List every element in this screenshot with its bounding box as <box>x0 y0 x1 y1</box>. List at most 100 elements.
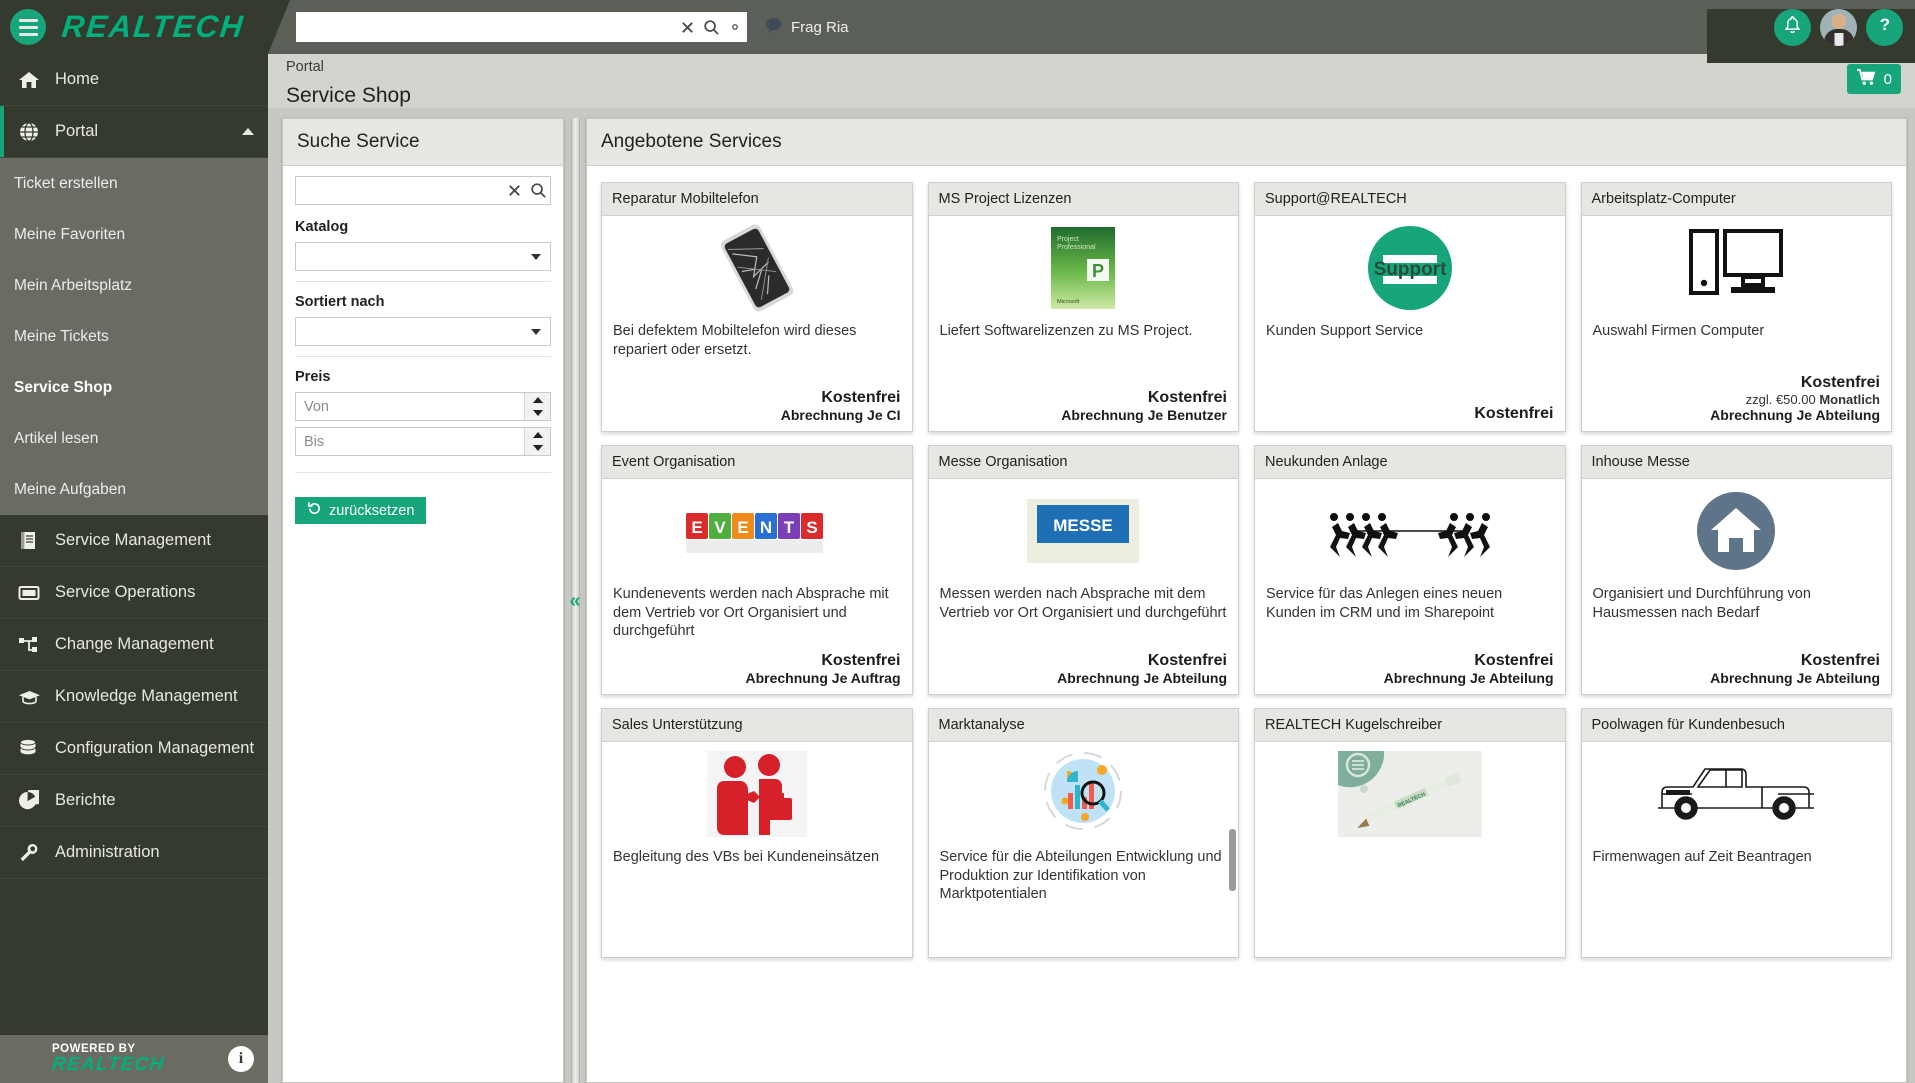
sidebar-item-change-management[interactable]: Change Management <box>0 619 268 671</box>
shopping-cart-icon <box>1856 68 1877 90</box>
sidebar-item-label: Configuration Management <box>55 739 255 757</box>
service-card-footer: Kostenfrei zzgl. €50.00 Monatlich Abrech… <box>1593 374 1880 423</box>
svg-text:N: N <box>760 518 772 537</box>
frag-ria-button[interactable]: Frag Ria <box>765 17 849 38</box>
service-card-arbeitsplatz-computer[interactable]: Arbeitsplatz-Computer Auswahl Firmen Com… <box>1580 182 1892 432</box>
sidebar-subitem-meine-tickets[interactable]: Meine Tickets <box>0 311 268 362</box>
breadcrumb[interactable]: Portal <box>286 59 324 75</box>
desktop-computer-icon <box>1593 222 1881 314</box>
sidebar-subitem-meine-aufgaben[interactable]: Meine Aufgaben <box>0 464 268 515</box>
sidebar-subitem-service-shop[interactable]: Service Shop <box>0 362 268 413</box>
sidebar-subitem-ticket-erstellen[interactable]: Ticket erstellen <box>0 158 268 209</box>
service-card-inhouse-messe[interactable]: Inhouse Messe Organisiert und Durchführu… <box>1580 445 1892 695</box>
info-icon[interactable]: i <box>228 1046 254 1072</box>
avatar[interactable] <box>1820 8 1857 46</box>
top-bar: REALTECH Frag Ria ? <box>0 0 1915 63</box>
price-to-increment-button[interactable] <box>525 428 550 442</box>
sidebar-item-label: Knowledge Management <box>55 687 238 705</box>
service-card-body: REALTECH <box>1255 742 1565 957</box>
pie-chart-icon <box>18 790 46 811</box>
brand-block: REALTECH <box>0 0 290 54</box>
sidebar-item-service-management[interactable]: Service Management <box>0 515 268 567</box>
caret-down-icon <box>532 410 543 417</box>
ticket-icon <box>18 584 46 602</box>
service-card-description: Kundenevents werden nach Absprache mit d… <box>613 586 889 640</box>
sidebar-item-portal[interactable]: Portal <box>0 106 268 158</box>
sidebar-item-knowledge-management[interactable]: Knowledge Management <box>0 671 268 723</box>
service-card-body: Begleitung des VBs bei Kundeneinsätzen <box>602 742 912 957</box>
service-card-description: Kunden Support Service <box>1266 323 1424 339</box>
service-card-realtech-kugelschreiber[interactable]: REALTECH Kugelschreiber REALTECH <box>1254 708 1566 958</box>
price-to-spin-buttons <box>524 428 550 455</box>
help-button[interactable]: ? <box>1866 8 1903 46</box>
search-panel-body: Katalog Sortiert nach Preis Von Bis zurü… <box>283 166 563 524</box>
chevron-up-icon <box>242 128 254 135</box>
sidebar-item-berichte[interactable]: Berichte <box>0 775 268 827</box>
service-search-input[interactable] <box>296 177 502 204</box>
service-card-body: Organisiert und Durchführung von Hausmes… <box>1582 479 1892 694</box>
cart-count: 0 <box>1883 70 1892 88</box>
sidebar-subitem-artikel-lesen[interactable]: Artikel lesen <box>0 413 268 464</box>
service-card-support-realtech[interactable]: Support@REALTECH Support Kunden Support … <box>1254 182 1566 432</box>
service-card-sales-unterstuetzung[interactable]: Sales Unterstützung Begleitung des VBs b… <box>601 708 913 958</box>
service-card-body: E V E N T S Kundenevents werden nach Abs… <box>602 479 912 694</box>
service-card-poolwagen-fuer-kundenbesuch[interactable]: Poolwagen für Kundenbesuch Firmenwagen a… <box>1580 708 1892 958</box>
service-card-neukunden-anlage[interactable]: Neukunden Anlage Service für das Anlegen… <box>1254 445 1566 695</box>
menu-toggle-button[interactable] <box>10 9 46 45</box>
sortiert-nach-select[interactable] <box>295 317 551 346</box>
service-card-title: REALTECH Kugelschreiber <box>1255 709 1565 742</box>
service-card-messe-organisation[interactable]: Messe Organisation MESSE Messen werden n… <box>927 445 1239 695</box>
home-icon <box>18 70 46 90</box>
service-card-body: Firmenwagen auf Zeit Beantragen <box>1582 742 1892 957</box>
service-card-price: Kostenfrei <box>1800 652 1880 669</box>
search-icon[interactable] <box>699 12 723 42</box>
sidebar-subitem-mein-arbeitsplatz[interactable]: Mein Arbeitsplatz <box>0 260 268 311</box>
service-card-footer: Kostenfrei Abrechnung Je Abteilung <box>1266 652 1554 686</box>
page-title-strip <box>268 84 1915 108</box>
clear-x-icon[interactable] <box>675 12 699 42</box>
cracked-smartphone-photo <box>613 222 901 314</box>
service-card-title: Reparatur Mobiltelefon <box>602 183 912 216</box>
katalog-label: Katalog <box>295 219 349 235</box>
notifications-button[interactable] <box>1774 8 1811 46</box>
svg-text:?: ? <box>1879 15 1889 34</box>
panel-collapse-handle[interactable]: « <box>564 118 586 1083</box>
support-badge-icon: Support <box>1266 222 1554 314</box>
service-card-event-organisation[interactable]: Event Organisation E V E N T S Kundeneve… <box>601 445 913 695</box>
price-from-decrement-button[interactable] <box>525 407 550 421</box>
service-card-billing: Abrechnung Je Benutzer <box>1061 407 1227 423</box>
katalog-select[interactable] <box>295 242 551 271</box>
global-search-input[interactable] <box>296 13 675 41</box>
wrench-icon <box>18 842 46 863</box>
sidebar-item-label: Change Management <box>55 635 214 653</box>
cart-button[interactable]: 0 <box>1846 64 1901 94</box>
service-card-extra-period: Monatlich <box>1819 392 1880 407</box>
service-card-footer: Kostenfrei <box>1266 405 1553 423</box>
tug-of-war-icon <box>1266 485 1554 577</box>
sidebar-item-home[interactable]: Home <box>0 54 268 106</box>
service-card-marktanalyse[interactable]: Marktanalyse Service für die Abteilungen… <box>927 708 1239 958</box>
search-icon[interactable] <box>526 176 550 206</box>
sidebar-item-administration[interactable]: Administration <box>0 827 268 879</box>
service-card-ms-project-lizenzen[interactable]: MS Project Lizenzen Project Professional P… <box>927 182 1239 432</box>
handshake-icon <box>613 748 901 840</box>
price-to-input[interactable] <box>296 428 524 455</box>
burger-line <box>18 18 38 22</box>
price-to-decrement-button[interactable] <box>525 442 550 456</box>
service-card-billing: Abrechnung Je Abteilung <box>1057 670 1227 686</box>
gear-icon[interactable] <box>723 12 747 42</box>
sidebar-subitem-label: Service Shop <box>14 378 113 396</box>
service-card-title: Messe Organisation <box>928 446 1238 479</box>
service-card-description: Service für die Abteilungen Entwicklung … <box>939 849 1222 903</box>
service-card-footer: Kostenfrei Abrechnung Je Abteilung <box>1593 652 1880 686</box>
card-scrollbar[interactable] <box>1229 829 1236 891</box>
sidebar-item-configuration-management[interactable]: Configuration Management <box>0 723 268 775</box>
sidebar-subitem-meine-favoriten[interactable]: Meine Favoriten <box>0 209 268 260</box>
svg-text:E: E <box>691 518 702 537</box>
price-from-input[interactable] <box>296 393 524 420</box>
reset-button[interactable]: zurücksetzen <box>295 497 427 524</box>
service-card-reparatur-mobiltelefon[interactable]: Reparatur Mobiltelefon Bei defektem Mobi… <box>601 182 913 432</box>
clear-x-icon[interactable] <box>502 176 526 206</box>
price-from-increment-button[interactable] <box>525 393 550 407</box>
sidebar-item-service-operations[interactable]: Service Operations <box>0 567 268 619</box>
